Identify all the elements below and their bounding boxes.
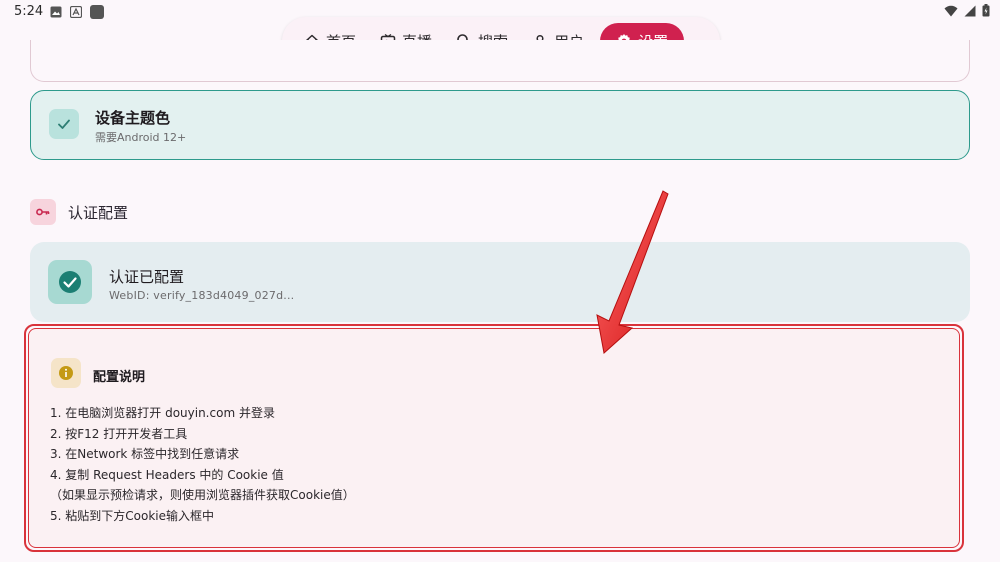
webid-text: WebID: verify_183d4049_027d...: [109, 289, 295, 302]
status-indicators: [944, 4, 990, 17]
auth-status-icon-box: [48, 260, 92, 304]
previous-setting-card: [30, 40, 970, 82]
auth-status-card[interactable]: 认证已配置 WebID: verify_183d4049_027d...: [30, 242, 970, 322]
image-icon: [50, 6, 62, 18]
app-square-icon: [90, 5, 104, 19]
check-circle-icon: [59, 271, 81, 293]
section-title: 认证配置: [68, 203, 129, 222]
instruction-line: 2. 按F12 打开开发者工具: [50, 426, 188, 441]
signal-icon: [964, 5, 976, 16]
wifi-icon: [944, 5, 958, 16]
key-icon-box: [30, 199, 56, 225]
theme-option-subtitle: 需要Android 12+: [95, 131, 187, 144]
config-instructions-card: 配置说明 1. 在电脑浏览器打开 douyin.com 并登录 2. 按F12 …: [28, 328, 960, 548]
info-icon: [59, 366, 73, 380]
font-icon: [70, 6, 82, 18]
instruction-line: 4. 复制 Request Headers 中的 Cookie 值: [50, 467, 284, 482]
instruction-line: 1. 在电脑浏览器打开 douyin.com 并登录: [50, 406, 275, 420]
status-time: 5:24: [14, 4, 44, 19]
key-icon: [36, 208, 50, 216]
auth-section-header: 认证配置: [30, 198, 128, 226]
theme-check-box[interactable]: [49, 109, 79, 139]
instruction-line: 3. 在Network 标签中找到任意请求: [50, 447, 240, 462]
info-icon-box: [51, 358, 81, 388]
config-instructions-highlight: 配置说明 1. 在电脑浏览器打开 douyin.com 并登录 2. 按F12 …: [24, 324, 964, 552]
auth-status-title: 认证已配置: [109, 268, 185, 286]
theme-option-title: 设备主题色: [95, 109, 171, 127]
instruction-list: 1. 在电脑浏览器打开 douyin.com 并登录 2. 按F12 打开开发者…: [50, 403, 355, 527]
instruction-line: 5. 粘贴到下方Cookie输入框中: [50, 508, 214, 523]
device-theme-color-option[interactable]: 设备主题色 需要Android 12+: [30, 90, 970, 160]
instruction-line: （如果显示预检请求，则使用浏览器插件获取Cookie值）: [50, 488, 355, 503]
battery-icon: [982, 4, 990, 17]
info-title: 配置说明: [93, 370, 146, 385]
check-icon: [58, 119, 70, 129]
